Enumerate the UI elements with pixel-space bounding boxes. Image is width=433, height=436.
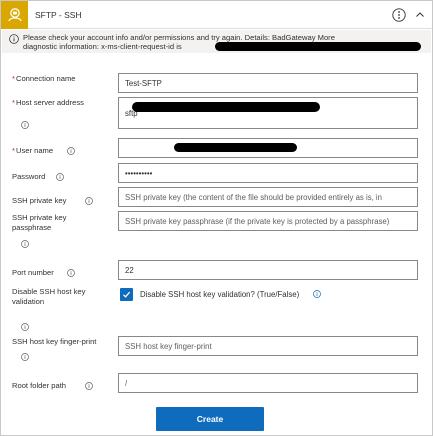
disable-host-key-validation-label: Disable SSH host key validation [12,287,86,306]
connection-name-label: *Connection name [12,74,76,83]
info-icon[interactable] [21,240,29,248]
dialog-title: SFTP - SSH [35,10,82,20]
redaction-mark [174,143,297,152]
error-message-bar: Please check your account info and/or pe… [2,30,431,53]
sftp-connector-icon [1,1,28,29]
port-number-input[interactable] [118,260,418,280]
root-folder-path-input[interactable] [118,373,418,393]
more-options-icon [392,8,406,22]
ssh-private-key-input[interactable] [118,187,418,207]
create-button[interactable]: Create [156,407,264,431]
ssh-host-key-fingerprint-label: SSH host key finger-print [12,337,97,346]
info-icon[interactable] [67,147,75,155]
info-icon[interactable] [67,269,75,277]
info-icon[interactable] [21,121,29,129]
collapse-button[interactable] [412,7,428,23]
dialog-header: SFTP - SSH [1,1,432,29]
checkmark-icon [123,291,131,298]
password-label: Password [12,172,46,181]
error-line-1: Please check your account info and/or pe… [23,33,335,42]
redaction-mark [132,102,320,112]
info-icon[interactable] [313,290,321,298]
connection-name-input[interactable] [118,73,418,93]
info-icon[interactable] [56,173,64,181]
port-number-label: Port number [12,268,54,277]
ssh-private-key-passphrase-input[interactable] [118,211,418,231]
disable-host-key-validation-checkbox-label[interactable]: Disable SSH host key validation? (True/F… [140,290,299,299]
root-folder-path-label: Root folder path [12,381,67,390]
password-input[interactable] [118,163,418,183]
ssh-private-key-passphrase-label: SSH private key passphrase [12,213,67,232]
connection-dialog: SFTP - SSH Please check your account inf… [0,0,433,436]
host-server-address-label: *Host server address [12,98,84,107]
info-icon[interactable] [21,323,29,331]
ssh-private-key-label: SSH private key [12,196,67,205]
info-icon[interactable] [85,197,93,205]
user-name-label: *User name [12,146,54,155]
more-options-button[interactable] [391,7,407,23]
info-circle-icon [9,34,19,44]
redaction-mark [215,42,421,51]
disable-host-key-validation-checkbox[interactable] [120,288,133,301]
ssh-host-key-fingerprint-input[interactable] [118,336,418,356]
collapse-icon [416,12,424,17]
info-icon[interactable] [85,382,93,390]
info-icon[interactable] [21,353,29,361]
